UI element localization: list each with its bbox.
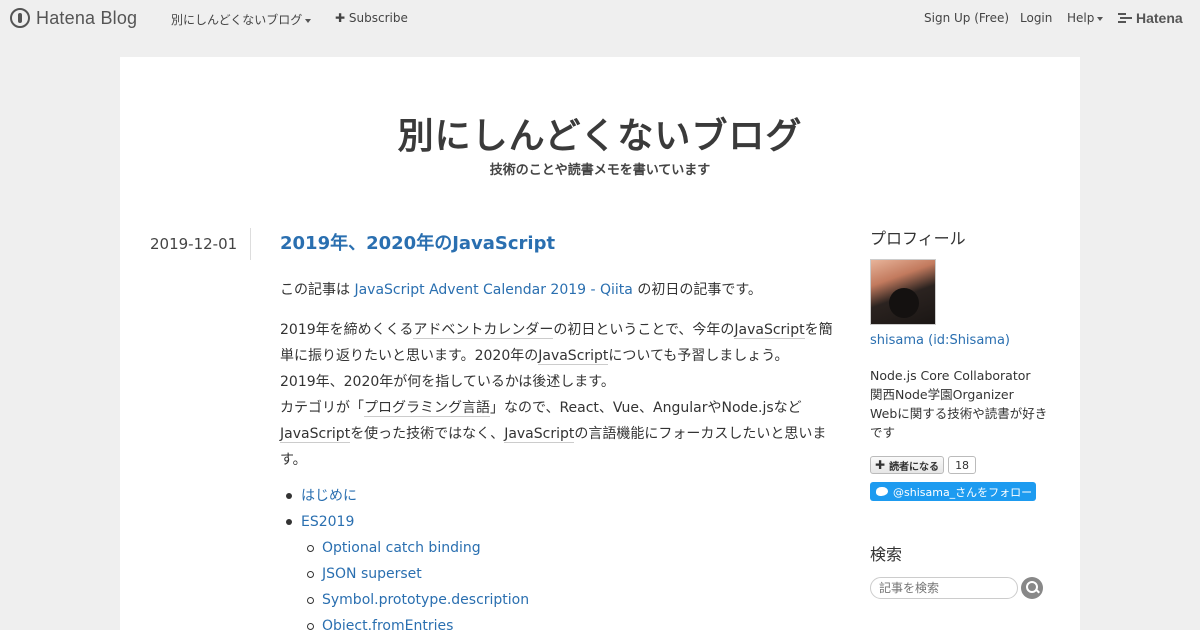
reader-row: ✚ 読者になる 18: [870, 456, 1050, 474]
blog-container: 別にしんどくないブログ 技術のことや読書メモを書いています 2019-12-01…: [120, 57, 1080, 630]
toc-subitem: Symbol.prototype.description: [301, 587, 845, 613]
profile-name-link[interactable]: shisama (id:Shisama): [870, 333, 1050, 348]
search-input[interactable]: [870, 577, 1018, 599]
toc-subitem: JSON superset: [301, 561, 845, 587]
intro-text: の初日の記事です。: [632, 282, 762, 298]
brand-name: Hatena Blog: [36, 7, 138, 28]
date-divider: [250, 228, 251, 260]
keyword-link[interactable]: プログラミング言語: [364, 400, 490, 417]
toc-link[interactable]: JSON superset: [322, 566, 422, 582]
help-label: Help: [1067, 11, 1095, 25]
blog-description: 技術のことや読書メモを書いています: [489, 163, 711, 178]
twitter-bird-icon: [876, 487, 888, 496]
reader-count: 18: [948, 456, 977, 474]
keyword-link[interactable]: JavaScript: [538, 348, 609, 365]
login-link[interactable]: Login: [1020, 11, 1052, 25]
profile-heading: プロフィール: [870, 229, 966, 248]
toc-link[interactable]: Object.fromEntries: [322, 618, 453, 630]
avatar[interactable]: [870, 259, 936, 325]
keyword-link[interactable]: JavaScript: [280, 426, 351, 443]
toc-sublist: Optional catch binding JSON superset Sym…: [301, 535, 845, 630]
search-form: [870, 577, 1050, 599]
toc-link[interactable]: ES2019: [301, 514, 354, 530]
sidebar: プロフィール shisama (id:Shisama) Node.js Core…: [870, 225, 1050, 599]
hatena-blog-logo-icon: [10, 8, 30, 28]
keyword-link[interactable]: JavaScript: [504, 426, 575, 443]
toc-item: はじめに: [280, 483, 845, 509]
blog-menu-label: 別にしんどくないブログ: [171, 13, 303, 27]
entry-intro: この記事は JavaScript Advent Calendar 2019 - …: [280, 277, 845, 303]
entry-date[interactable]: 2019-12-01: [150, 235, 237, 253]
advent-calendar-link[interactable]: JavaScript Advent Calendar 2019 - Qiita: [354, 282, 632, 298]
become-reader-button[interactable]: ✚ 読者になる: [870, 456, 945, 474]
plus-icon: ✚: [875, 458, 886, 472]
hatena-mark-icon: [1118, 13, 1132, 23]
follow-label: @shisama_さんをフォロー: [893, 485, 1033, 499]
toc-subitem: Object.fromEntries: [301, 613, 845, 630]
caret-down-icon: [305, 18, 312, 23]
global-header: Hatena Blog 別にしんどくないブログ ✚ Subscribe Sign…: [0, 0, 1200, 36]
toc-link[interactable]: Optional catch binding: [322, 540, 481, 556]
hatena-label: Hatena: [1136, 10, 1183, 26]
table-of-contents: はじめに ES2019 Optional catch binding JSON …: [280, 483, 845, 630]
intro-text: この記事は: [280, 282, 355, 298]
subscribe-button[interactable]: ✚ Subscribe: [335, 11, 408, 25]
keyword-link[interactable]: アドベントカレンダー: [413, 322, 554, 339]
subscribe-label: Subscribe: [348, 11, 408, 25]
twitter-follow-button[interactable]: @shisama_さんをフォロー: [870, 482, 1036, 501]
help-menu[interactable]: Help: [1067, 11, 1104, 25]
blog-menu[interactable]: 別にしんどくないブログ: [171, 11, 312, 28]
search-heading: 検索: [870, 545, 903, 564]
toc-link[interactable]: Symbol.prototype.description: [322, 592, 529, 608]
toc-item: ES2019 Optional catch binding JSON super…: [280, 509, 845, 630]
toc-link[interactable]: はじめに: [301, 488, 357, 504]
plus-icon: ✚: [335, 11, 346, 25]
entry-title[interactable]: 2019年、2020年のJavaScript: [280, 229, 845, 259]
hatena-logo[interactable]: Hatena: [1118, 10, 1183, 26]
toc-subitem: Optional catch binding: [301, 535, 845, 561]
hatena-blog-logo[interactable]: Hatena Blog: [10, 7, 137, 29]
reader-button-label: 読者になる: [889, 461, 940, 473]
keyword-link[interactable]: JavaScript: [734, 322, 805, 339]
signup-link[interactable]: Sign Up (Free): [924, 11, 1009, 25]
search-icon[interactable]: [1021, 577, 1043, 599]
blog-title[interactable]: 別にしんどくないブログ: [120, 107, 1080, 159]
entry-content: 2019年、2020年のJavaScript この記事は JavaScript …: [280, 229, 845, 630]
caret-down-icon: [1097, 16, 1104, 21]
entry-paragraph: 2019年を締めくくるアドベントカレンダーの初日ということで、今年のJavaSc…: [280, 322, 833, 468]
profile-description: Node.js Core Collaborator 関西Node学園Organi…: [870, 368, 1048, 440]
